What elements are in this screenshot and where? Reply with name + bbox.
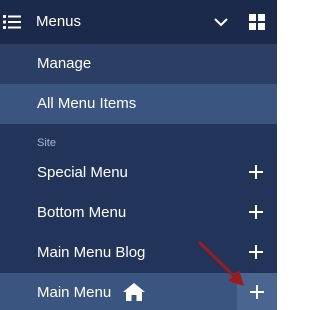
menu-item-all-menu-items[interactable]: All Menu Items (0, 84, 277, 124)
plus-icon[interactable] (249, 165, 263, 179)
chevron-down-icon[interactable] (214, 17, 228, 27)
menus-header[interactable]: Menus (0, 0, 277, 46)
menus-title: Menus (36, 13, 82, 30)
plus-icon[interactable] (249, 245, 263, 259)
menu-item-special-label: Special Menu (37, 164, 128, 181)
menu-item-main-menu[interactable]: Main Menu (0, 273, 277, 310)
list-icon (3, 15, 21, 29)
section-label-site: Site (37, 137, 56, 149)
menu-item-manage-label: Manage (37, 55, 92, 72)
add-menu-item-button[interactable] (237, 273, 277, 310)
menus-sidebar-panel: Menus Manage All Menu Items Site Special… (0, 0, 277, 310)
menu-item-special-menu[interactable]: Special Menu (0, 153, 277, 193)
home-icon (123, 283, 145, 301)
plus-icon[interactable] (249, 205, 263, 219)
menu-item-main-menu-blog[interactable]: Main Menu Blog (0, 233, 277, 273)
menu-item-bottom-label: Bottom Menu (37, 204, 127, 221)
menu-item-main-label: Main Menu (37, 284, 112, 301)
menu-item-bottom-menu[interactable]: Bottom Menu (0, 193, 277, 233)
menu-item-manage[interactable]: Manage (0, 44, 277, 84)
menu-item-all-label: All Menu Items (37, 95, 137, 112)
menu-item-blog-label: Main Menu Blog (37, 244, 146, 261)
dashboard-grid-icon[interactable] (249, 14, 265, 30)
plus-icon (250, 285, 264, 299)
